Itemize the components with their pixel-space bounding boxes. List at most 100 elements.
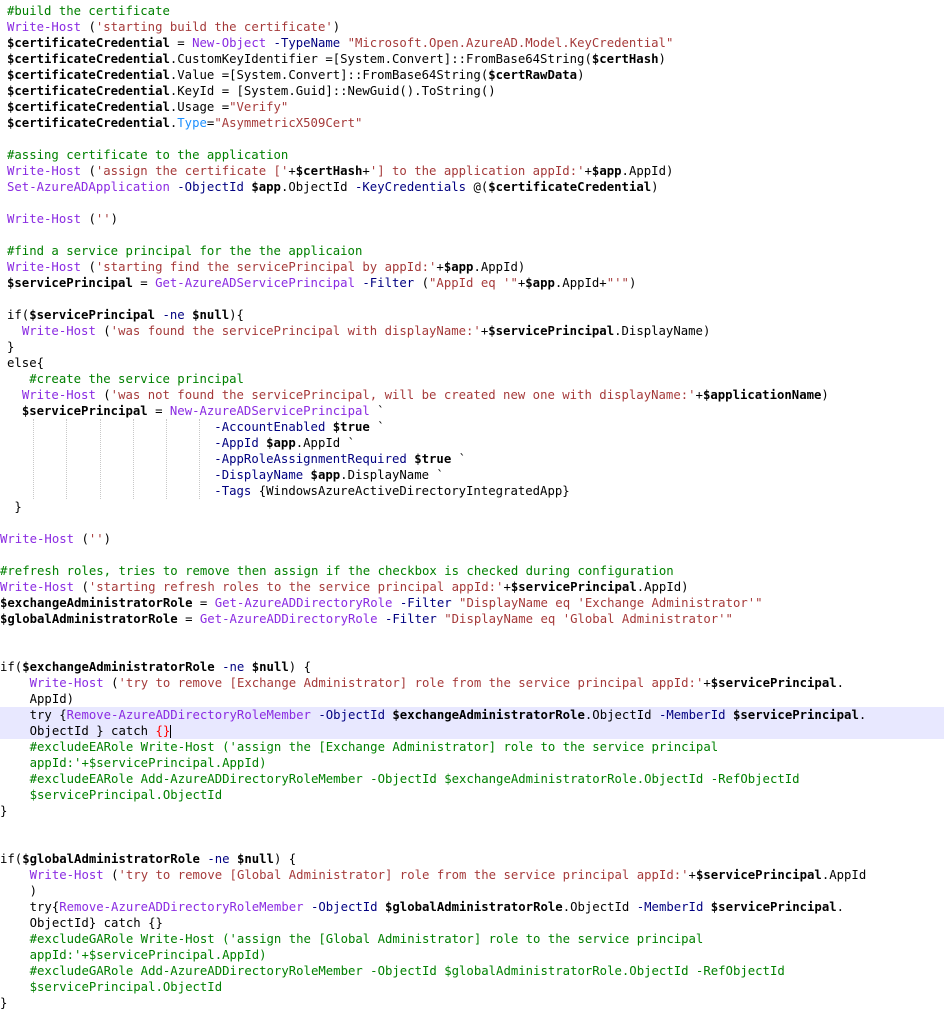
code-comment: appId:'+$servicePrincipal.AppId): [29, 756, 267, 770]
code-line[interactable]: $servicePrincipal = Get-AzureADServicePr…: [0, 275, 944, 291]
code-line[interactable]: [0, 819, 944, 835]
code-text: ): [821, 388, 829, 402]
code-text: (: [95, 324, 111, 338]
code-line[interactable]: #build the certificate: [0, 3, 944, 19]
code-line[interactable]: Write-Host (''): [0, 531, 944, 547]
code-line[interactable]: }: [0, 339, 944, 355]
code-line[interactable]: Write-Host (''): [0, 211, 944, 227]
code-line[interactable]: Write-Host ('assign the certificate ['+$…: [0, 163, 944, 179]
code-line[interactable]: ): [0, 883, 944, 899]
code-text: else{: [7, 356, 45, 370]
code-line[interactable]: $servicePrincipal.ObjectId: [0, 979, 944, 995]
code-line[interactable]: appId:'+$servicePrincipal.AppId): [0, 947, 944, 963]
cmdlet-token: Get-AzureADDirectoryRole: [199, 612, 378, 626]
code-text: }: [7, 340, 15, 354]
cmdlet-token: Write-Host: [7, 164, 82, 178]
code-line[interactable]: #excludeGARole Write-Host ('assign the […: [0, 931, 944, 947]
code-line[interactable]: [0, 835, 944, 851]
string-token: '] to the application appId:': [369, 164, 585, 178]
variable-token: $globalAdministratorRole: [22, 852, 200, 866]
code-line[interactable]: #excludeGARole Add-AzureADDirectoryRoleM…: [0, 963, 944, 979]
code-line[interactable]: #excludeEARole Write-Host ('assign the […: [0, 739, 944, 755]
code-line[interactable]: Write-Host ('starting find the servicePr…: [0, 259, 944, 275]
code-line[interactable]: else{: [0, 355, 944, 371]
code-line[interactable]: Write-Host ('was found the servicePrinci…: [0, 323, 944, 339]
code-line[interactable]: -AccountEnabled $true `: [0, 419, 944, 435]
code-line[interactable]: $certificateCredential.Type="AsymmetricX…: [0, 115, 944, 131]
code-line[interactable]: $certificateCredential.Usage ="Verify": [0, 99, 944, 115]
code-line[interactable]: -AppId $app.AppId `: [0, 435, 944, 451]
code-line[interactable]: -DisplayName $app.DisplayName `: [0, 467, 944, 483]
cmdlet-token: Write-Host: [7, 260, 82, 274]
code-line[interactable]: #find a service principal for the the ap…: [0, 243, 944, 259]
code-line[interactable]: $exchangeAdministratorRole = Get-AzureAD…: [0, 595, 944, 611]
code-text: .Value =[System.Convert]::FromBase64Stri…: [169, 68, 489, 82]
code-line[interactable]: $servicePrincipal = New-AzureADServicePr…: [0, 403, 944, 419]
code-line[interactable]: appId:'+$servicePrincipal.AppId): [0, 755, 944, 771]
code-text: .AppId: [821, 868, 867, 882]
code-line[interactable]: #refresh roles, tries to remove then ass…: [0, 563, 944, 579]
variable-token: $app: [310, 468, 341, 482]
code-line[interactable]: [0, 643, 944, 659]
code-line[interactable]: #excludeEARole Add-AzureADDirectoryRoleM…: [0, 771, 944, 787]
variable-token: $null: [251, 660, 289, 674]
code-text: ): [658, 52, 666, 66]
code-line[interactable]: [0, 627, 944, 643]
code-line[interactable]: [0, 291, 944, 307]
code-line[interactable]: }: [0, 499, 944, 515]
code-text: if(: [0, 660, 23, 674]
code-line[interactable]: [0, 515, 944, 531]
code-line[interactable]: Write-Host ('starting refresh roles to t…: [0, 579, 944, 595]
code-line[interactable]: if($servicePrincipal -ne $null){: [0, 307, 944, 323]
code-line[interactable]: ObjectId } catch {}: [0, 723, 944, 739]
parameter-token: -Filter: [385, 612, 437, 626]
code-text: (: [81, 260, 96, 274]
cmdlet-token: Write-Host: [0, 580, 75, 594]
code-comment: #build the certificate: [7, 4, 170, 18]
code-line[interactable]: AppId): [0, 691, 944, 707]
string-token: '': [88, 532, 104, 546]
code-line[interactable]: }: [0, 995, 944, 1011]
code-line[interactable]: [0, 131, 944, 147]
string-token: 'try to remove [Exchange Administrator] …: [118, 676, 704, 690]
code-text: @(: [466, 180, 489, 194]
variable-token: $null: [236, 852, 274, 866]
code-line[interactable]: $certificateCredential.Value =[System.Co…: [0, 67, 944, 83]
code-line[interactable]: #create the service principal: [0, 371, 944, 387]
code-line[interactable]: }: [0, 803, 944, 819]
code-comment: appId:'+$servicePrincipal.AppId): [29, 948, 267, 962]
code-line[interactable]: -AppRoleAssignmentRequired $true `: [0, 451, 944, 467]
code-line[interactable]: if($globalAdministratorRole -ne $null) {: [0, 851, 944, 867]
code-line[interactable]: $servicePrincipal.ObjectId: [0, 787, 944, 803]
string-token: "DisplayName eq 'Exchange Administrator'…: [459, 596, 763, 610]
code-text: ): [628, 276, 637, 290]
code-line[interactable]: Write-Host ('try to remove [Global Admin…: [0, 867, 944, 883]
code-line[interactable]: [0, 547, 944, 563]
code-line[interactable]: Write-Host ('try to remove [Exchange Adm…: [0, 675, 944, 691]
cmdlet-token: Set-AzureADApplication: [7, 180, 170, 194]
code-line[interactable]: $certificateCredential = New-Object -Typ…: [0, 35, 944, 51]
code-line[interactable]: try {Remove-AzureADDirectoryRoleMember -…: [0, 707, 944, 723]
variable-token: $servicePrincipal: [21, 404, 148, 418]
code-line[interactable]: Write-Host ('was not found the servicePr…: [0, 387, 944, 403]
variable-token: $true: [414, 452, 452, 466]
code-line[interactable]: $globalAdministratorRole = Get-AzureADDi…: [0, 611, 944, 627]
code-editor[interactable]: #build the certificate Write-Host ('start…: [0, 0, 944, 1011]
code-line[interactable]: Write-Host ('starting build the certific…: [0, 19, 944, 35]
code-line[interactable]: #assing certificate to the application: [0, 147, 944, 163]
code-line[interactable]: Set-AzureADApplication -ObjectId $app.Ob…: [0, 179, 944, 195]
code-line[interactable]: -Tags {WindowsAzureActiveDirectoryIntegr…: [0, 483, 944, 499]
code-line[interactable]: ObjectId} catch {}: [0, 915, 944, 931]
code-text: ): [577, 68, 585, 82]
cmdlet-token: Write-Host: [7, 20, 82, 34]
code-text: .: [836, 900, 845, 914]
code-line[interactable]: try{Remove-AzureADDirectoryRoleMember -O…: [0, 899, 944, 915]
code-line[interactable]: $certificateCredential.KeyId = [System.G…: [0, 83, 944, 99]
code-line[interactable]: $certificateCredential.CustomKeyIdentifi…: [0, 51, 944, 67]
code-line[interactable]: [0, 195, 944, 211]
code-line[interactable]: [0, 227, 944, 243]
code-line[interactable]: if($exchangeAdministratorRole -ne $null)…: [0, 659, 944, 675]
